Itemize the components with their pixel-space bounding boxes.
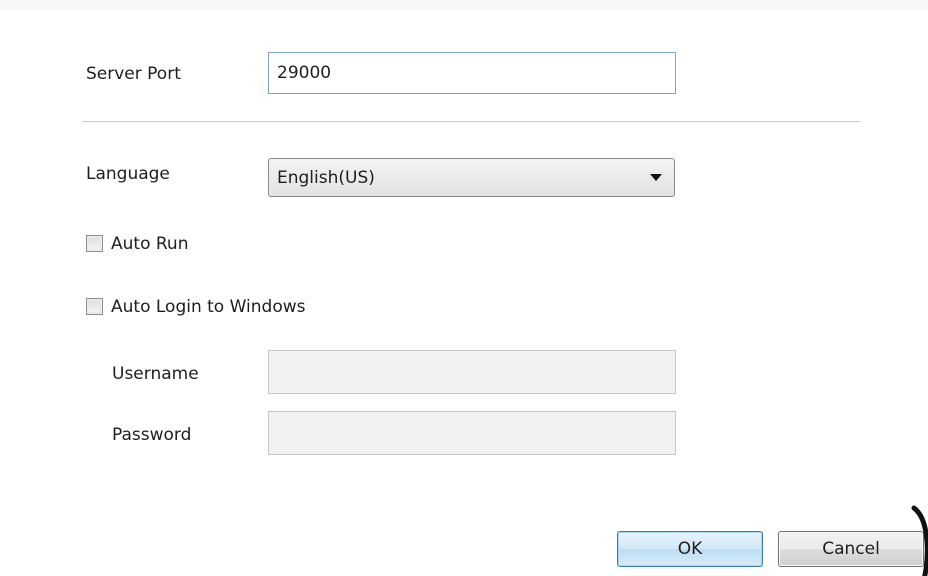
dropdown-arrow-icon[interactable] — [650, 174, 662, 181]
auto-login-label[interactable]: Auto Login to Windows — [111, 297, 306, 317]
cancel-button[interactable]: Cancel — [778, 531, 924, 567]
ok-button[interactable]: OK — [617, 531, 763, 567]
settings-dialog: Server Port Language English(US) Auto Ru… — [0, 0, 928, 576]
server-port-label: Server Port — [86, 64, 181, 84]
password-label: Password — [112, 425, 192, 445]
language-label: Language — [86, 164, 170, 184]
dialog-top-edge — [0, 0, 928, 10]
language-selected-value: English(US) — [277, 168, 375, 188]
auto-run-checkbox[interactable] — [86, 235, 103, 252]
username-input[interactable] — [268, 350, 676, 394]
auto-login-checkbox[interactable] — [86, 298, 103, 315]
password-input[interactable] — [268, 411, 676, 455]
language-dropdown[interactable]: English(US) — [268, 158, 675, 197]
section-divider — [82, 121, 860, 123]
username-label: Username — [112, 364, 199, 384]
server-port-input[interactable] — [268, 52, 676, 94]
auto-run-label[interactable]: Auto Run — [111, 234, 188, 254]
